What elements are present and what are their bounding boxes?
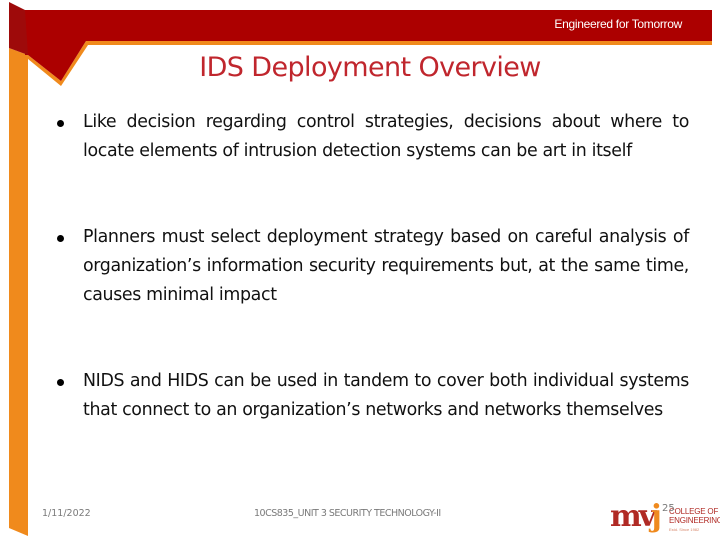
- slide-title: IDS Deployment Overview: [199, 52, 541, 83]
- bullet-text: NIDS and HIDS can be used in tandem to c…: [83, 371, 689, 420]
- footer-date: 1/11/2022: [42, 508, 91, 519]
- left-orange-bar: [9, 48, 28, 536]
- bullet-list: Like decision regarding control strategi…: [55, 108, 689, 482]
- bullet-text: Like decision regarding control strategi…: [83, 112, 689, 161]
- bullet-dot-icon: [57, 120, 64, 127]
- header-tagline: Engineered for Tomorrow: [554, 17, 682, 31]
- logo-line-2: ENGINEERING: [669, 515, 720, 525]
- page-number: 25: [662, 503, 675, 514]
- footer-course-title: 10CS835_UNIT 3 SECURITY TECHNOLOGY-II: [254, 508, 441, 519]
- logo-mark-j: j: [651, 499, 662, 534]
- logo-mark-mv: mv: [610, 499, 656, 534]
- bullet-text: Planners must select deployment strategy…: [83, 227, 689, 305]
- logo-subtext: Estd. Since 1982: [669, 527, 700, 532]
- bullet-dot-icon: [57, 235, 64, 242]
- bullet-item: NIDS and HIDS can be used in tandem to c…: [55, 367, 689, 425]
- left-red-flag: [9, 2, 28, 55]
- bullet-item: Like decision regarding control strategi…: [55, 108, 689, 166]
- bullet-dot-icon: [57, 379, 64, 386]
- logo-text: COLLEGE OF ENGINEERING: [669, 507, 720, 525]
- bullet-item: Planners must select deployment strategy…: [55, 223, 689, 310]
